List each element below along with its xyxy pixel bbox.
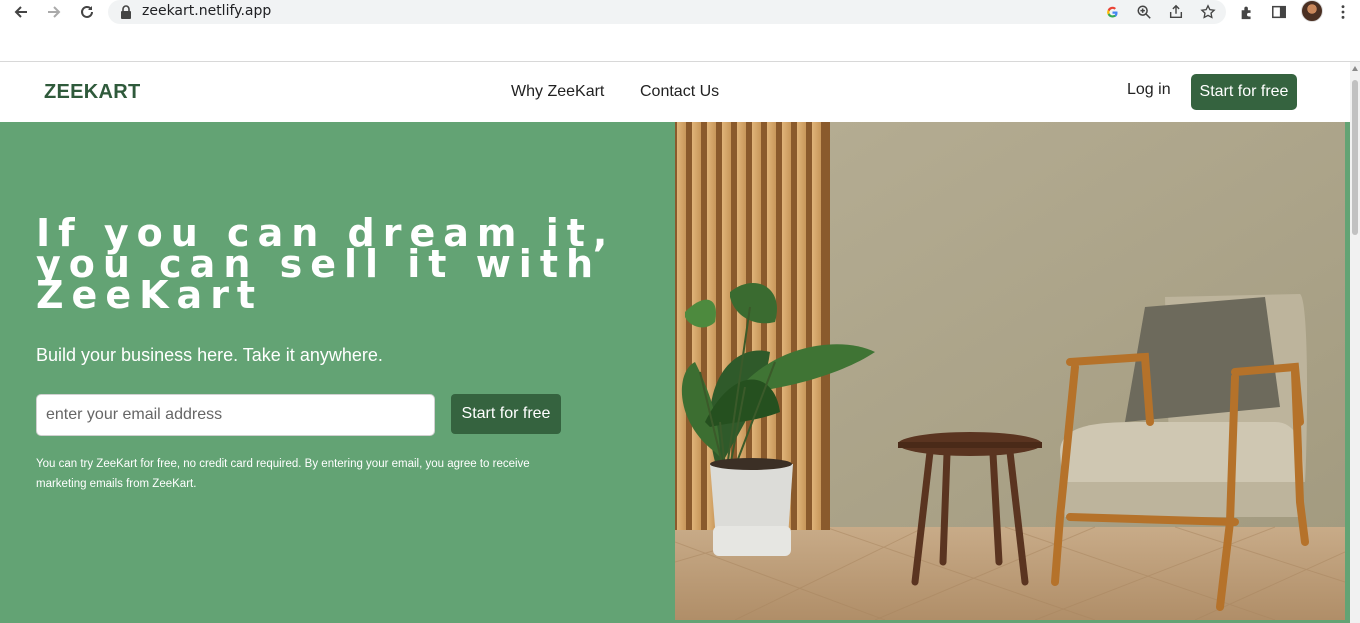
nav-contact-us[interactable]: Contact Us [640,83,719,101]
hero-start-button[interactable]: Start for free [451,394,561,434]
email-input[interactable] [36,394,435,436]
hero-disclaimer: You can try ZeeKart for free, no credit … [36,454,596,494]
google-icon[interactable] [1103,3,1121,21]
back-icon[interactable] [10,1,32,23]
header-start-button[interactable]: Start for free [1191,74,1297,110]
menu-icon[interactable] [1333,2,1353,22]
lock-icon[interactable] [119,4,133,20]
extensions-icon[interactable] [1237,2,1257,22]
forward-icon[interactable] [43,1,65,23]
hero-image [675,122,1345,620]
scroll-up-arrow-icon[interactable] [1352,66,1358,71]
address-bar[interactable]: zeekart.netlify.app [108,0,1226,24]
site-header: ZEEKART Why ZeeKart Contact Us Log in St… [0,62,1350,122]
side-panel-icon[interactable] [1269,2,1289,22]
hero-headline: If you can dream it, you can sell it wit… [36,214,656,314]
scroll-thumb[interactable] [1352,80,1358,235]
living-room-illustration [675,122,1345,620]
login-link[interactable]: Log in [1127,81,1171,99]
page-scrollbar[interactable] [1350,62,1360,623]
disclaimer-line-1: You can try ZeeKart for free, no credit … [36,458,530,470]
profile-avatar[interactable] [1301,0,1323,22]
nav-why-zeekart[interactable]: Why ZeeKart [511,83,604,101]
disclaimer-line-2: marketing emails from ZeeKart. [36,478,197,490]
hero-subheading: Build your business here. Take it anywhe… [36,345,383,365]
hero-section: If you can dream it, you can sell it wit… [0,122,1350,623]
reload-icon[interactable] [76,1,98,23]
address-url[interactable]: zeekart.netlify.app [142,3,271,19]
share-icon[interactable] [1167,3,1185,21]
site-logo[interactable]: ZEEKART [44,81,141,104]
browser-toolbar: zeekart.netlify.app [0,0,1360,26]
zoom-icon[interactable] [1135,3,1153,21]
star-icon[interactable] [1199,3,1217,21]
